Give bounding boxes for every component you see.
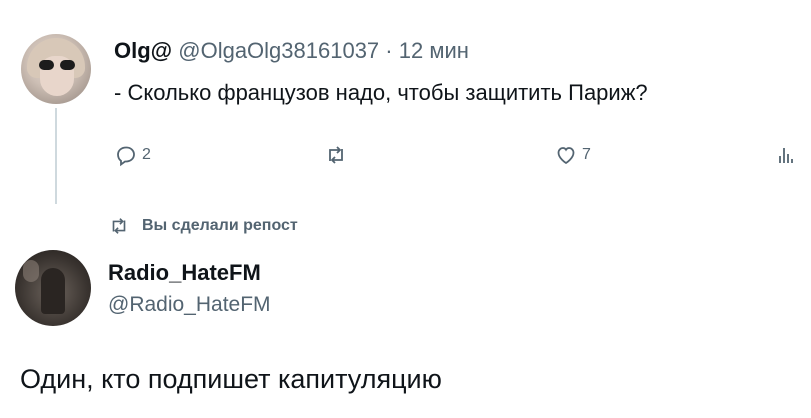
author-name[interactable]: Radio_HateFM: [108, 260, 261, 286]
avatar-light: [23, 260, 39, 282]
tweet-time[interactable]: 12 мин: [399, 38, 469, 63]
author-handle[interactable]: @OlgaOlg38161037: [178, 38, 379, 63]
reply-count: 2: [142, 146, 151, 163]
avatar[interactable]: [15, 250, 91, 326]
avatar-sunglasses: [39, 60, 75, 70]
tweet-text: - Сколько французов надо, чтобы защитить…: [114, 80, 648, 105]
reply-text: Один, кто подпишет капитуляцию: [20, 364, 442, 394]
reply-button[interactable]: 2: [114, 143, 151, 167]
like-button[interactable]: 7: [554, 143, 591, 167]
author-name[interactable]: Olg@: [114, 38, 172, 63]
author-handle[interactable]: @Radio_HateFM: [108, 293, 271, 317]
views-icon: [779, 148, 793, 163]
reply-icon: [117, 146, 135, 167]
repost-icon: [112, 218, 126, 234]
tweet-actions: 2 7: [114, 143, 794, 175]
tweet-header: Olg@ @OlgaOlg38161037 · 12 мин: [114, 38, 469, 64]
thread-line: [55, 108, 57, 204]
original-tweet[interactable]: Olg@ @OlgaOlg38161037 · 12 мин - Сколько…: [0, 0, 811, 205]
repost-icon: [329, 146, 343, 164]
separator-dot: ·: [385, 38, 393, 63]
like-count: 7: [582, 146, 591, 163]
avatar-figure: [41, 268, 65, 314]
views-button[interactable]: [774, 143, 802, 167]
repost-note-text: Вы сделали репост: [142, 217, 298, 234]
repost-note: Вы сделали репост: [108, 215, 298, 237]
repost-button[interactable]: [324, 143, 352, 167]
avatar[interactable]: [21, 34, 91, 104]
heart-icon: [557, 147, 575, 165]
